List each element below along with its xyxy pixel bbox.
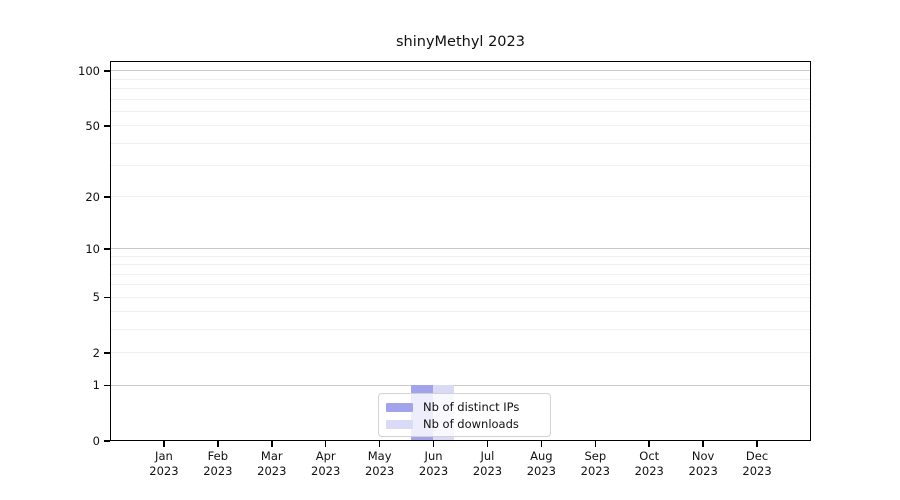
x-tick-label-nov: Nov2023 <box>675 449 731 479</box>
x-tick-aug <box>541 441 543 447</box>
y-tick-label-20: 20 <box>54 190 100 204</box>
y-tick-0 <box>104 440 110 442</box>
x-tick-label-may: May2023 <box>352 449 408 479</box>
x-tick-label-jan: Jan2023 <box>136 449 192 479</box>
gridline-minor-5 <box>111 297 810 298</box>
x-tick-label-month: May <box>352 449 408 464</box>
x-tick-label-month: Apr <box>298 449 354 464</box>
gridline-minor-7 <box>111 274 810 275</box>
x-tick-label-year: 2023 <box>136 464 192 479</box>
x-tick-label-month: Jun <box>406 449 462 464</box>
x-tick-label-year: 2023 <box>459 464 515 479</box>
legend-label-distinct-ips: Nb of distinct IPs <box>423 400 519 414</box>
x-tick-label-oct: Oct2023 <box>621 449 677 479</box>
legend-label-downloads: Nb of downloads <box>423 417 519 431</box>
x-tick-label-month: Jan <box>136 449 192 464</box>
gridline-minor-90 <box>111 79 810 80</box>
gridline-minor-8 <box>111 264 810 265</box>
x-tick-jan <box>163 441 165 447</box>
x-tick-label-year: 2023 <box>675 464 731 479</box>
gridline-minor-6 <box>111 284 810 285</box>
legend-swatch-distinct-ips <box>386 403 413 412</box>
x-tick-label-year: 2023 <box>729 464 785 479</box>
x-tick-label-year: 2023 <box>298 464 354 479</box>
plot-area: Nb of distinct IPs Nb of downloads <box>110 61 811 441</box>
x-tick-label-year: 2023 <box>244 464 300 479</box>
gridline-major-100 <box>111 70 810 71</box>
y-tick-5 <box>104 297 110 299</box>
gridline-minor-60 <box>111 111 810 112</box>
y-tick-10 <box>104 248 110 250</box>
y-tick-100 <box>104 70 110 72</box>
x-tick-oct <box>648 441 650 447</box>
chart-title: shinyMethyl 2023 <box>110 34 811 50</box>
x-tick-sep <box>595 441 597 447</box>
x-tick-label-dec: Dec2023 <box>729 449 785 479</box>
chart-page: shinyMethyl 2023 Nb of distinct IPs Nb o… <box>0 0 900 500</box>
x-tick-label-month: Nov <box>675 449 731 464</box>
y-tick-label-0: 0 <box>54 434 100 448</box>
x-tick-may <box>379 441 381 447</box>
x-tick-label-jun: Jun2023 <box>406 449 462 479</box>
gridline-minor-30 <box>111 165 810 166</box>
gridline-minor-20 <box>111 196 810 197</box>
y-tick-label-2: 2 <box>54 346 100 360</box>
x-tick-label-year: 2023 <box>190 464 246 479</box>
gridline-minor-80 <box>111 88 810 89</box>
x-tick-label-year: 2023 <box>406 464 462 479</box>
gridline-minor-50 <box>111 125 810 126</box>
x-tick-dec <box>756 441 758 447</box>
x-tick-feb <box>217 441 219 447</box>
gridline-minor-9 <box>111 256 810 257</box>
y-tick-label-10: 10 <box>54 242 100 256</box>
y-tick-label-5: 5 <box>54 290 100 304</box>
x-tick-label-month: Feb <box>190 449 246 464</box>
gridline-minor-3 <box>111 329 810 330</box>
x-tick-label-sep: Sep2023 <box>567 449 623 479</box>
gridline-minor-40 <box>111 143 810 144</box>
legend: Nb of distinct IPs Nb of downloads <box>378 393 551 437</box>
y-tick-label-50: 50 <box>54 119 100 133</box>
x-tick-label-month: Aug <box>513 449 569 464</box>
x-tick-label-month: Jul <box>459 449 515 464</box>
x-tick-label-year: 2023 <box>513 464 569 479</box>
x-tick-label-month: Dec <box>729 449 785 464</box>
y-tick-1 <box>104 385 110 387</box>
x-tick-label-feb: Feb2023 <box>190 449 246 479</box>
x-tick-jul <box>487 441 489 447</box>
y-tick-50 <box>104 125 110 127</box>
x-tick-label-year: 2023 <box>352 464 408 479</box>
x-tick-label-month: Mar <box>244 449 300 464</box>
x-tick-label-jul: Jul2023 <box>459 449 515 479</box>
x-tick-label-mar: Mar2023 <box>244 449 300 479</box>
x-tick-label-year: 2023 <box>621 464 677 479</box>
y-tick-label-100: 100 <box>54 64 100 78</box>
gridline-minor-4 <box>111 311 810 312</box>
x-tick-nov <box>702 441 704 447</box>
x-tick-mar <box>271 441 273 447</box>
legend-swatch-downloads <box>386 420 413 429</box>
x-tick-label-month: Oct <box>621 449 677 464</box>
x-tick-label-aug: Aug2023 <box>513 449 569 479</box>
x-tick-jun <box>433 441 435 447</box>
y-tick-2 <box>104 352 110 354</box>
gridline-minor-2 <box>111 352 810 353</box>
y-tick-20 <box>104 196 110 198</box>
gridline-major-1 <box>111 385 810 386</box>
gridline-minor-70 <box>111 99 810 100</box>
legend-item-downloads: Nb of downloads <box>386 416 542 432</box>
y-tick-label-1: 1 <box>54 378 100 392</box>
x-tick-label-year: 2023 <box>567 464 623 479</box>
legend-item-distinct-ips: Nb of distinct IPs <box>386 399 542 415</box>
x-tick-label-month: Sep <box>567 449 623 464</box>
x-tick-label-apr: Apr2023 <box>298 449 354 479</box>
gridline-major-10 <box>111 248 810 249</box>
x-tick-apr <box>325 441 327 447</box>
